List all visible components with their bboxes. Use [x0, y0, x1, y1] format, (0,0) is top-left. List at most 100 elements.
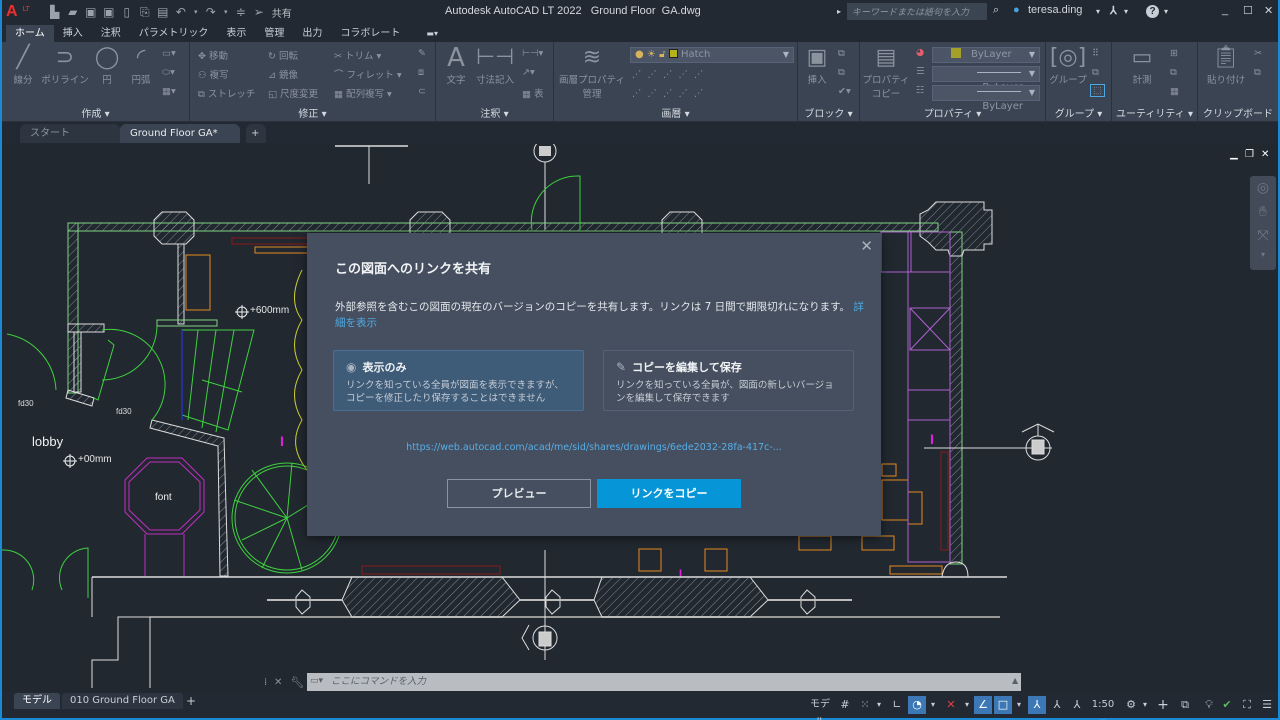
units-icon[interactable]: ⧉ [1176, 696, 1194, 714]
option-view-only[interactable]: ◉ 表示のみ リンクを知っている全員が図面を表示できますが、コピーを修正したり保存… [333, 350, 584, 411]
layer-tools-row2[interactable]: ⋰⋰⋰⋰⋰ [632, 88, 710, 99]
hatch-icon[interactable]: ▦▾ [162, 86, 176, 97]
undo-dropdown-icon[interactable]: ▾ [192, 6, 200, 18]
panel-modify-title[interactable]: 修正 ▾ [190, 105, 435, 120]
polar-dropdown-icon[interactable]: ▾ [928, 696, 938, 714]
dialog-close-icon[interactable]: ✕ [860, 237, 873, 255]
plot-icon[interactable]: ▤ [156, 6, 170, 18]
copy-clip-icon[interactable]: ⧉ [1254, 67, 1261, 78]
paste-tool[interactable]: 📋︎ 貼り付け [1204, 44, 1248, 86]
layer-dropdown[interactable]: ● ☀ 🔓︎ Hatch ▼ [630, 47, 794, 63]
undo-icon[interactable]: ↶ [174, 6, 188, 18]
layer-properties-tool[interactable]: ≋ 画層プロパティ 管理 [556, 44, 628, 100]
panel-utilities-title[interactable]: ユーティリティ ▾ [1112, 105, 1197, 120]
save-web-icon[interactable]: ⎘ [138, 6, 152, 18]
table-tool[interactable]: ▦ 表 [522, 86, 544, 100]
viewport-close-icon[interactable]: ✕ [1261, 149, 1269, 160]
panel-draw-title[interactable]: 作成 ▾ [2, 105, 189, 120]
search-expand-icon[interactable]: ▸ [837, 7, 841, 16]
tab-start[interactable]: スタート [20, 124, 120, 143]
search-icon[interactable]: ⌕ [993, 4, 999, 17]
object-snap-tracking-icon[interactable]: ∠ [974, 696, 992, 714]
tab-annotate[interactable]: 注釈 [92, 25, 130, 42]
id-point-icon[interactable]: ⊞ [1170, 48, 1178, 59]
customize-icon[interactable]: 🔧︎ [290, 676, 304, 689]
explode-icon[interactable]: ⧈ [418, 67, 424, 78]
tab-parametric[interactable]: パラメトリック [130, 25, 218, 42]
object-snap-icon[interactable]: □ [994, 696, 1012, 714]
osnap-dropdown-icon[interactable]: ▾ [1014, 696, 1024, 714]
preview-button[interactable]: プレビュー [447, 479, 591, 508]
customize-qat-icon[interactable]: ≑ [234, 6, 248, 18]
calculator-icon[interactable]: ▦ [1170, 86, 1179, 97]
share-icon[interactable]: ➢ [252, 6, 266, 18]
move-tool[interactable]: ✥ 移動 [198, 48, 228, 62]
lineweight-dropdown[interactable]: ByLayer▼ [932, 66, 1040, 93]
fillet-tool[interactable]: ⌒ フィレット ▾ [334, 67, 402, 81]
linear-dim-icon[interactable]: ⊢⊣▾ [522, 48, 543, 59]
annotation-scale-icon[interactable]: ⅄ [1068, 696, 1086, 714]
isodraft-icon[interactable]: ✕ [942, 696, 960, 714]
command-expand-icon[interactable]: ▲ [1012, 676, 1018, 685]
snap-icon[interactable]: ⁙ [856, 696, 874, 714]
new-file-icon[interactable]: ▙ [48, 6, 62, 18]
redo-icon[interactable]: ↷ [204, 6, 218, 18]
text-tool[interactable]: A 文字 [440, 44, 472, 86]
circle-tool[interactable]: ◯ 円 [92, 44, 122, 86]
offset-icon[interactable]: ⊂ [418, 86, 426, 97]
layer-tools-row1[interactable]: ⋰⋰⋰⋰⋰ [632, 69, 710, 80]
line-tool[interactable]: ╱ 線分 [8, 44, 38, 86]
annotation-monitor-icon[interactable]: + [1154, 696, 1172, 714]
open-web-icon[interactable]: ▯ [120, 6, 134, 18]
save-icon[interactable]: ▣ [84, 6, 98, 18]
color-dropdown[interactable]: ByLayer ▼ [932, 47, 1040, 63]
rotate-tool[interactable]: ↻ 回転 [268, 48, 298, 62]
snap-dropdown-icon[interactable]: ▾ [874, 696, 884, 714]
viewport-restore-icon[interactable]: ❐ [1245, 149, 1254, 160]
stretch-tool[interactable]: ⧉ ストレッチ [198, 86, 255, 100]
tab-manage[interactable]: 管理 [255, 25, 293, 42]
tab-view[interactable]: 表示 [217, 25, 255, 42]
rectangle-icon[interactable]: ▭▾ [162, 48, 176, 59]
panel-properties-title[interactable]: プロパティ ▾ [860, 105, 1045, 120]
polar-tracking-icon[interactable]: ◔ [908, 696, 926, 714]
group-tool[interactable]: [◎] グループ [1048, 44, 1088, 86]
erase-icon[interactable]: ✎ [418, 48, 426, 59]
maximize-icon[interactable]: ☐ [1243, 4, 1253, 17]
navbar-dropdown-icon[interactable]: ▾ [1250, 248, 1276, 262]
tab-output[interactable]: 出力 [293, 25, 331, 42]
arc-tool[interactable]: ◜ 円弧 [126, 44, 156, 86]
panel-layers-title[interactable]: 画層 ▾ [554, 105, 797, 120]
zoom-extents-icon[interactable]: ⤧ [1250, 224, 1276, 248]
annotation-visibility-icon[interactable]: ⅄ [1028, 696, 1046, 714]
group-edit-icon[interactable]: ⧉ [1092, 67, 1099, 78]
panel-groups-title[interactable]: グループ ▾ [1046, 105, 1111, 120]
pan-icon[interactable]: ✋︎ [1250, 200, 1276, 224]
layout-tab-model[interactable]: モデル [14, 693, 60, 709]
dimension-tool[interactable]: ⊢⊣ 寸法記入 [474, 44, 516, 86]
panel-clipboard-title[interactable]: クリップボード [1198, 105, 1278, 120]
linetype-dropdown[interactable]: ByLayer ▼ [932, 85, 1040, 112]
add-layout-button[interactable]: + [178, 693, 204, 709]
clean-screen-icon[interactable]: ⛶ [1238, 696, 1256, 714]
option-edit-save-copy[interactable]: ✎ コピーを編集して保存 リンクを知っている全員が、図面の新しいバージョンを編集し… [603, 350, 854, 411]
ellipse-icon[interactable]: ⬭▾ [162, 67, 175, 78]
help-icon[interactable]: ? [1146, 5, 1159, 18]
auto-scale-icon[interactable]: ⅄ [1048, 696, 1066, 714]
redo-dropdown-icon[interactable]: ▾ [222, 6, 230, 18]
ungroup-icon[interactable]: ⠿ [1092, 48, 1099, 59]
tab-ground-floor[interactable]: Ground Floor GA* ✕ [120, 124, 240, 158]
trim-tool[interactable]: ✂ トリム ▾ [334, 48, 381, 62]
quick-select-icon[interactable]: ⧉ [1170, 67, 1177, 78]
copy-tool[interactable]: ⚇ 複写 [198, 67, 229, 81]
workspace-gear-icon[interactable]: ⚙ [1122, 696, 1140, 714]
tab-insert[interactable]: 挿入 [54, 25, 92, 42]
app-dropdown-icon[interactable]: ▾ [1124, 7, 1128, 16]
command-history-icon[interactable]: ▭▾ [310, 676, 323, 686]
customization-menu-icon[interactable]: ☰ [1258, 696, 1276, 714]
command-input[interactable]: ここにコマンドを入力 [307, 673, 1021, 691]
user-name[interactable]: teresa.ding [1028, 4, 1082, 16]
new-tab-button[interactable]: + [246, 124, 266, 143]
insert-block-tool[interactable]: ▣ 挿入 [800, 44, 834, 86]
user-dropdown-icon[interactable]: ▾ [1096, 7, 1100, 16]
